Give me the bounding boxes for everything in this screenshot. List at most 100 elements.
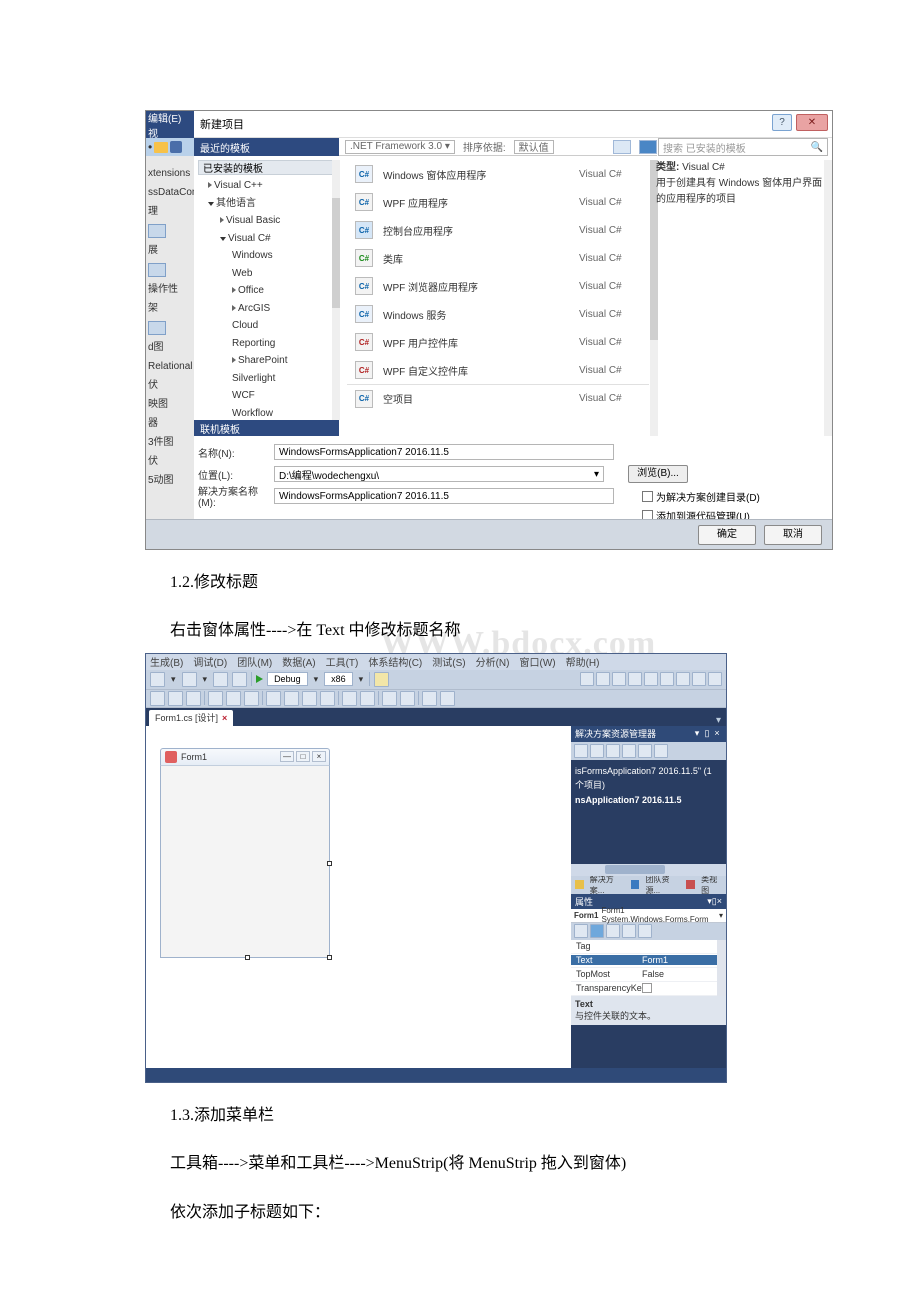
close-icon[interactable]: × (712, 728, 722, 738)
start-debug-icon[interactable] (256, 675, 263, 683)
template-item[interactable]: C#WPF 浏览器应用程序Visual C# (347, 272, 649, 300)
tool-icon[interactable] (208, 691, 223, 706)
tree-node-web[interactable]: Web (202, 265, 332, 283)
name-input[interactable]: WindowsFormsApplication7 2016.11.5 (274, 444, 614, 460)
property-value[interactable]: Form1 (639, 955, 726, 965)
resize-handle[interactable] (245, 955, 250, 960)
template-item[interactable]: C#类库Visual C# (347, 244, 649, 272)
tool-icon[interactable] (638, 744, 652, 758)
tool-icon[interactable] (400, 691, 415, 706)
config-combo[interactable]: Debug (267, 672, 308, 686)
ok-button[interactable]: 确定 (698, 525, 756, 545)
tree-scrollbar[interactable] (332, 160, 340, 420)
form-client-area[interactable] (160, 766, 330, 958)
tree-node-vb[interactable]: Visual Basic (202, 212, 332, 230)
property-row[interactable]: TopMostFalse (571, 968, 726, 982)
template-item[interactable]: C#WPF 用户控件库Visual C# (347, 328, 649, 356)
tree-node[interactable]: isFormsApplication7 2016.11.5" (1 个项目) (575, 764, 722, 793)
view-list-icon[interactable] (613, 140, 631, 154)
location-combo[interactable]: D:\编程\wodechengxu\▾ (274, 466, 604, 482)
pane-tab[interactable]: 类视图 (682, 874, 726, 896)
events-icon[interactable] (622, 924, 636, 938)
cancel-button[interactable]: 取消 (764, 525, 822, 545)
installed-templates-header[interactable]: 已安装的模板 (198, 160, 335, 175)
close-icon[interactable]: ✕ (796, 114, 828, 131)
tool-icon[interactable] (676, 672, 690, 686)
tree-node-sharepoint[interactable]: SharePoint (202, 352, 332, 370)
tool-icon[interactable] (644, 672, 658, 686)
tree-node-vcs[interactable]: Visual C# (202, 230, 332, 248)
property-row[interactable]: TransparencyKe (571, 982, 726, 996)
online-templates-header[interactable]: 联机模板 (194, 420, 339, 436)
tool-icon[interactable] (226, 691, 241, 706)
tool-icon[interactable] (284, 691, 299, 706)
template-item[interactable]: C#空项目Visual C# (347, 384, 649, 412)
find-icon[interactable] (374, 672, 389, 687)
template-item[interactable]: C#Windows 窗体应用程序Visual C# (347, 160, 649, 188)
tool-icon[interactable] (150, 691, 165, 706)
tool-icon[interactable] (708, 672, 722, 686)
tree-node-silverlight[interactable]: Silverlight (202, 370, 332, 388)
solution-explorer-header[interactable]: 解决方案资源管理器 ▾▯× (571, 726, 726, 742)
tool-icon[interactable] (266, 691, 281, 706)
property-row-selected[interactable]: TextForm1 (571, 954, 726, 968)
sort-combo[interactable]: 默认值 (514, 140, 554, 154)
close-icon[interactable]: × (222, 713, 227, 723)
menu-item[interactable]: 帮助(H) (566, 654, 600, 669)
template-item[interactable]: C#WPF 应用程序Visual C# (347, 188, 649, 216)
create-dir-checkbox[interactable] (642, 491, 653, 502)
resize-handle[interactable] (327, 861, 332, 866)
tool-icon[interactable] (302, 691, 317, 706)
tool-icon[interactable] (382, 691, 397, 706)
search-input[interactable]: 搜索 已安装的模板 🔍 (658, 138, 828, 156)
framework-combo[interactable]: .NET Framework 3.0 ▾ (345, 140, 455, 154)
horizontal-scrollbar[interactable] (571, 864, 726, 876)
solution-tree[interactable]: isFormsApplication7 2016.11.5" (1 个项目) n… (571, 760, 726, 864)
menu-item[interactable]: 体系结构(C) (368, 654, 422, 669)
template-item[interactable]: C#WPF 自定义控件库Visual C# (347, 356, 649, 384)
close-icon[interactable]: × (717, 896, 722, 906)
pages-icon[interactable] (638, 924, 652, 938)
tool-icon[interactable] (580, 672, 594, 686)
menu-item[interactable]: 调试(D) (193, 654, 227, 669)
property-value[interactable] (639, 983, 726, 993)
alphabetical-icon[interactable] (590, 924, 604, 938)
tool-icon[interactable] (606, 744, 620, 758)
browse-button[interactable]: 浏览(B)... (628, 465, 688, 483)
tool-icon[interactable] (244, 691, 259, 706)
tree-node-vcpp[interactable]: Visual C++ (202, 177, 332, 195)
scroll-thumb[interactable] (605, 865, 665, 874)
solution-name-input[interactable]: WindowsFormsApplication7 2016.11.5 (274, 488, 614, 504)
property-value[interactable]: False (639, 969, 726, 979)
pin-icon[interactable]: ▯ (702, 728, 712, 739)
tool-icon[interactable] (320, 691, 335, 706)
help-icon[interactable]: ? (772, 114, 792, 131)
tree-node-windows[interactable]: Windows (202, 247, 332, 265)
platform-combo[interactable]: x86 (324, 672, 353, 686)
pane-tab[interactable]: 团队资源... (627, 874, 683, 896)
tree-node-office[interactable]: Office (202, 282, 332, 300)
tool-icon[interactable] (342, 691, 357, 706)
property-row[interactable]: Tag (571, 940, 726, 954)
tree-node-arcgis[interactable]: ArcGIS (202, 300, 332, 318)
document-tab[interactable]: Form1.cs [设计] × (149, 710, 233, 726)
tool-icon[interactable] (440, 691, 455, 706)
view-grid-icon[interactable] (639, 140, 657, 154)
dropdown-icon[interactable]: ▾ (692, 728, 702, 739)
form-designer[interactable]: Form1 — □ × (160, 748, 330, 958)
tool-icon[interactable] (654, 744, 668, 758)
info-scrollbar[interactable] (824, 160, 832, 436)
tool-icon[interactable] (692, 672, 706, 686)
redo-icon[interactable] (182, 672, 197, 687)
recent-templates-header[interactable]: 最近的模板 (194, 138, 339, 156)
template-item[interactable]: C#Windows 服务Visual C# (347, 300, 649, 328)
design-canvas[interactable]: Form1 — □ × (146, 726, 571, 1068)
tool-icon[interactable] (360, 691, 375, 706)
menu-item[interactable]: 生成(B) (150, 654, 183, 669)
tool-icon[interactable] (168, 691, 183, 706)
resize-handle[interactable] (327, 955, 332, 960)
tree-node-other[interactable]: 其他语言 (202, 195, 332, 213)
tool-icon[interactable] (596, 672, 610, 686)
pane-tab[interactable]: 解决方案... (571, 874, 627, 896)
nav-back-icon[interactable] (213, 672, 228, 687)
